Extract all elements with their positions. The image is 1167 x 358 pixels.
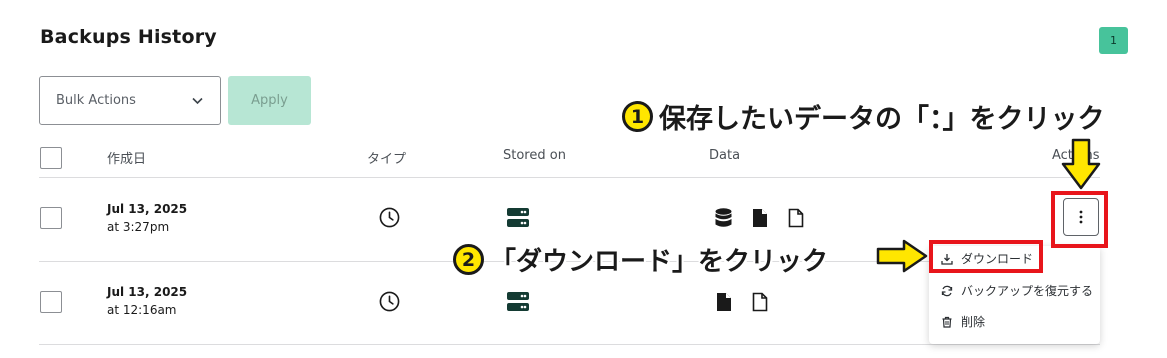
row-divider xyxy=(39,177,1100,178)
row-date: Jul 13, 2025 xyxy=(107,285,188,299)
row-time: at 3:27pm xyxy=(107,220,170,234)
annotation-text: 「ダウンロード」をクリック xyxy=(490,247,829,277)
apply-button[interactable]: Apply xyxy=(228,76,311,125)
page-title: Backups History xyxy=(40,26,217,48)
row-time: at 12:16am xyxy=(107,303,177,317)
header-created: 作成日 xyxy=(107,152,147,167)
clock-icon xyxy=(379,207,400,228)
menu-item-label: バックアップを復元する xyxy=(961,284,1094,298)
step-number: 1 xyxy=(622,101,653,132)
file-outline-icon xyxy=(788,208,804,228)
highlight-actions-button xyxy=(1051,191,1108,248)
server-icon xyxy=(507,292,529,311)
server-icon xyxy=(507,208,529,227)
trash-icon xyxy=(942,316,952,328)
highlight-download-item xyxy=(929,240,1043,273)
database-icon xyxy=(715,208,732,227)
annotation-step-1: 1 保存したいデータの「：」をクリック xyxy=(622,97,1105,136)
annotation-text: 保存したいデータの「：」をクリック xyxy=(659,104,1105,135)
arrow-right-icon xyxy=(876,239,928,273)
step-number: 2 xyxy=(453,244,484,275)
arrow-down-icon xyxy=(1061,138,1101,190)
row-divider xyxy=(39,344,1100,345)
header-stored-on: Stored on xyxy=(503,148,566,163)
row-checkbox[interactable] xyxy=(40,291,62,313)
header-type: タイプ xyxy=(367,152,407,167)
count-badge: 1 xyxy=(1099,27,1128,54)
row-date: Jul 13, 2025 xyxy=(107,202,188,216)
menu-item-restore[interactable]: バックアップを復元する xyxy=(941,282,1093,299)
chevron-down-icon xyxy=(192,97,203,105)
clock-icon xyxy=(379,291,400,312)
restore-icon xyxy=(941,285,953,296)
file-filled-icon xyxy=(717,293,731,311)
menu-item-delete[interactable]: 削除 xyxy=(941,313,985,330)
bulk-actions-value: Bulk Actions xyxy=(56,93,136,108)
header-data: Data xyxy=(709,148,741,163)
row-checkbox[interactable] xyxy=(40,207,62,229)
file-filled-icon xyxy=(753,209,767,227)
select-all-checkbox[interactable] xyxy=(40,147,62,169)
annotation-step-2: 2 「ダウンロード」をクリック xyxy=(453,241,828,278)
file-outline-icon xyxy=(752,292,768,312)
menu-item-label: 削除 xyxy=(961,315,986,329)
bulk-actions-select[interactable]: Bulk Actions xyxy=(39,76,221,125)
